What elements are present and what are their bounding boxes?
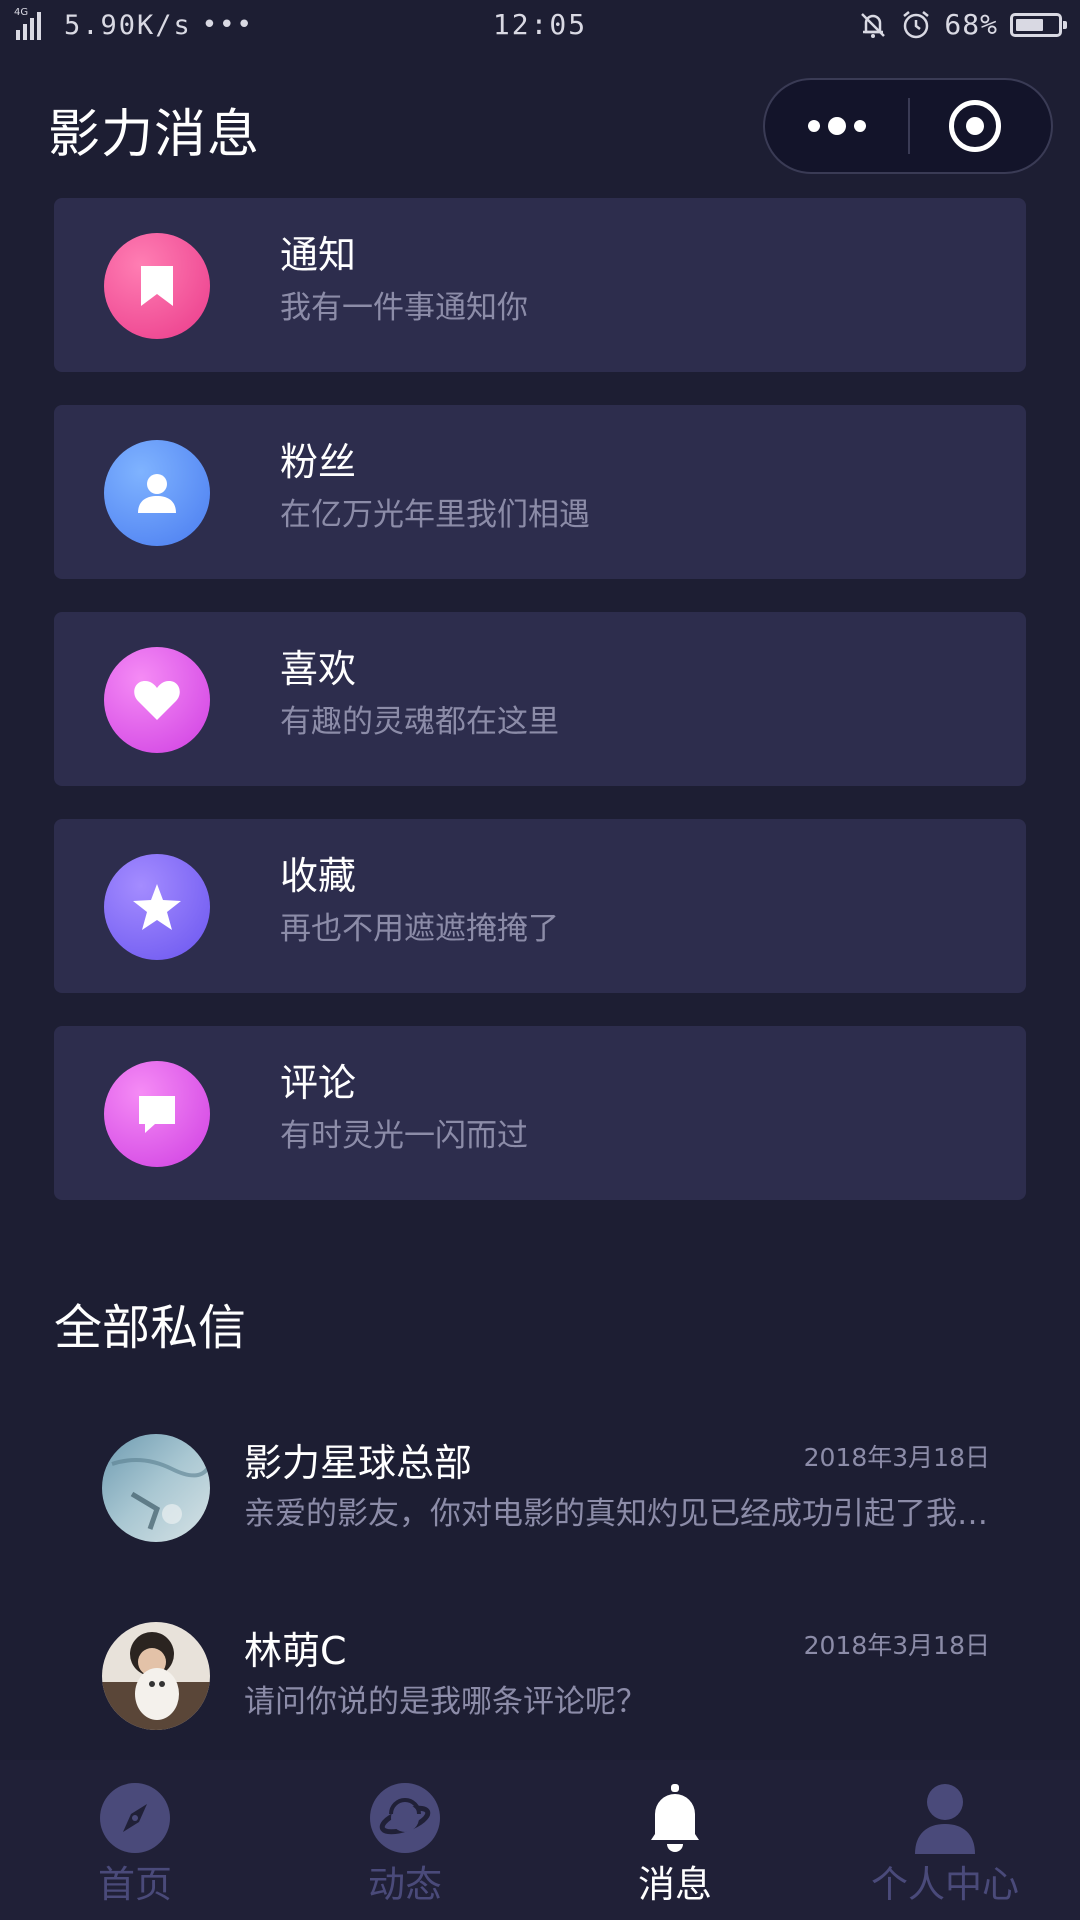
tab-label: 消息 <box>638 1863 712 1906</box>
category-card-comments[interactable]: 评论 有时灵光一闪而过 <box>54 1026 1026 1200</box>
status-bar: 4G 5.90K/s ••• 12:05 68% <box>0 0 1080 52</box>
category-subtitle: 有时灵光一闪而过 <box>280 1118 528 1154</box>
heart-icon <box>104 647 210 753</box>
comment-icon <box>104 1061 210 1167</box>
message-preview: 亲爱的影友，你对电影的真知灼见已经成功引起了我们的注意 <box>244 1496 994 1532</box>
mute-bell-icon <box>861 12 886 38</box>
tab-feed[interactable]: 动态 <box>270 1760 540 1920</box>
battery-percent: 68% <box>944 8 998 41</box>
alarm-icon <box>903 10 930 38</box>
category-title: 喜欢 <box>280 647 357 691</box>
tab-label: 个人中心 <box>871 1863 1019 1906</box>
category-title: 收藏 <box>280 854 357 898</box>
category-card-favorites[interactable]: 收藏 再也不用遮遮掩掩了 <box>54 819 1026 993</box>
message-item[interactable]: 影力星球总部 2018年3月18日 亲爱的影友，你对电影的真知灼见已经成功引起了… <box>0 1434 1080 1564</box>
category-title: 通知 <box>280 233 357 277</box>
person-icon <box>915 1784 975 1854</box>
category-subtitle: 我有一件事通知你 <box>280 290 528 326</box>
star-icon <box>104 854 210 960</box>
category-subtitle: 再也不用遮遮掩掩了 <box>280 911 559 947</box>
tab-label: 动态 <box>368 1863 442 1906</box>
section-title-private-messages: 全部私信 <box>54 1300 247 1356</box>
category-list: 通知 我有一件事通知你 粉丝 在亿万光年里我们相遇 喜欢 有趣的灵魂都在这里 收… <box>54 198 1026 1233</box>
message-item[interactable]: 林萌C 2018年3月18日 请问你说的是我哪条评论呢？ <box>0 1622 1080 1752</box>
sender-name: 影力星球总部 <box>244 1441 473 1485</box>
bell-icon <box>651 1784 699 1852</box>
tab-profile[interactable]: 个人中心 <box>810 1760 1080 1920</box>
category-title: 粉丝 <box>280 440 357 484</box>
tab-label: 首页 <box>98 1863 172 1906</box>
message-date: 2018年3月18日 <box>803 1631 990 1660</box>
bookmark-icon <box>104 233 210 339</box>
avatar <box>102 1622 210 1730</box>
miniprogram-capsule <box>763 78 1053 174</box>
category-card-notify[interactable]: 通知 我有一件事通知你 <box>54 198 1026 372</box>
planet-icon <box>370 1783 440 1853</box>
category-card-fans[interactable]: 粉丝 在亿万光年里我们相遇 <box>54 405 1026 579</box>
bottom-tab-bar: 首页 动态 消息 个人中心 <box>0 1760 1080 1920</box>
category-subtitle: 在亿万光年里我们相遇 <box>280 497 590 533</box>
user-icon <box>104 440 210 546</box>
battery-icon <box>1010 12 1067 37</box>
category-card-likes[interactable]: 喜欢 有趣的灵魂都在这里 <box>54 612 1026 786</box>
sender-name: 林萌C <box>244 1629 347 1673</box>
category-title: 评论 <box>280 1061 357 1105</box>
tab-home[interactable]: 首页 <box>0 1760 270 1920</box>
close-miniprogram-button[interactable] <box>949 100 1001 152</box>
message-date: 2018年3月18日 <box>803 1443 990 1472</box>
more-menu-button[interactable] <box>765 80 909 172</box>
compass-icon <box>100 1783 170 1853</box>
tab-messages[interactable]: 消息 <box>540 1760 810 1920</box>
capsule-divider <box>908 98 910 154</box>
avatar <box>102 1434 210 1542</box>
page-title: 影力消息 <box>48 105 261 165</box>
message-preview: 请问你说的是我哪条评论呢？ <box>244 1684 647 1720</box>
category-subtitle: 有趣的灵魂都在这里 <box>280 704 559 740</box>
